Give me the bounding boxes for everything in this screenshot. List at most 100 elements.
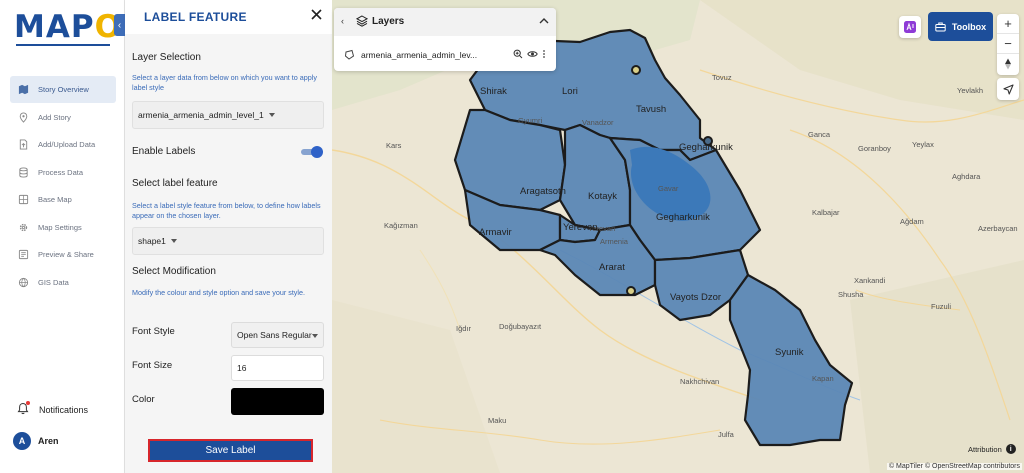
panel-header: LABEL FEATURE <box>125 0 332 34</box>
nav-label: Map Settings <box>38 222 82 232</box>
place-label: Iğdır <box>456 324 472 333</box>
layer-item-tools <box>513 49 546 61</box>
attribution-button[interactable]: Attribution i <box>968 444 1016 454</box>
zoom-in-button[interactable]: + <box>997 14 1019 34</box>
nav-add-upload-data[interactable]: Add/Upload Data <box>10 131 116 158</box>
ai-sparkle-icon <box>904 21 916 33</box>
notifications-button[interactable]: Notifications <box>17 401 89 417</box>
place-label: Ganca <box>808 130 831 139</box>
enable-labels-toggle[interactable] <box>301 146 323 158</box>
notifications-label: Notifications <box>39 404 89 415</box>
user-name: Aren <box>38 436 59 446</box>
panel-body: Layer Selection Select a layer data from… <box>125 34 332 473</box>
region-label: Ararat <box>599 262 625 273</box>
color-picker[interactable] <box>231 388 324 415</box>
label-feature-panel: LABEL FEATURE Layer Selection Select a l… <box>125 0 332 473</box>
nav-gis-data[interactable]: GIS Data <box>10 269 116 296</box>
place-label: Maku <box>488 416 507 425</box>
place-label: Gyumri <box>518 116 543 125</box>
place-label: Aghdara <box>952 172 981 181</box>
font-size-label: Font Size <box>132 360 173 371</box>
gis-data-icon <box>17 276 29 288</box>
place-label: Ağdam <box>900 217 924 226</box>
nav-list: Story Overview Add Story Add/Upload Data… <box>10 76 116 296</box>
region-label: Tavush <box>636 104 667 115</box>
place-label: Nakhchivan <box>680 377 720 386</box>
navigation-arrow-icon <box>1002 83 1014 95</box>
preview-icon <box>17 249 29 261</box>
locate-me-button[interactable] <box>997 78 1019 100</box>
toolbox-button[interactable]: Toolbox <box>928 12 993 41</box>
region-label: Lori <box>562 86 578 97</box>
chevron-down-icon <box>312 334 318 338</box>
region-label: Gegharkunik <box>679 142 733 153</box>
chevron-up-icon[interactable] <box>538 15 550 29</box>
nav-label: Add Story <box>38 112 71 122</box>
polygon-layer-icon <box>344 49 355 62</box>
label-feature-value: shape1 <box>138 236 166 246</box>
more-options-icon[interactable] <box>542 49 546 61</box>
place-label: Fuzuli <box>931 302 952 311</box>
font-style-dropdown[interactable]: Open Sans Regular <box>231 322 324 348</box>
zoom-out-button[interactable]: − <box>997 34 1019 54</box>
toolbox-icon <box>935 22 946 31</box>
nav-label: Base Map <box>38 195 72 204</box>
nav-label: GIS Data <box>38 277 69 287</box>
region-label: Syunik <box>775 347 804 358</box>
map-copyright: © MapTiler © OpenStreetMap contributors <box>886 463 1022 470</box>
place-label: Doğubayazıt <box>499 322 542 331</box>
nav-label: Preview & Share <box>38 250 94 259</box>
nav-story-overview[interactable]: Story Overview <box>10 76 116 103</box>
back-chevron-icon[interactable]: ‹ <box>341 16 344 26</box>
notification-dot <box>26 401 30 405</box>
place-label: Xankandi <box>854 276 886 285</box>
panel-title: LABEL FEATURE <box>144 10 247 24</box>
layer-item-name: armenia_armenia_admin_lev... <box>361 50 478 60</box>
place-label: Azerbaycan <box>978 224 1018 233</box>
info-icon: i <box>1005 444 1016 454</box>
place-label: Gavar <box>658 184 679 193</box>
color-label: Color <box>132 394 155 405</box>
place-label: Armenia <box>600 237 628 246</box>
toggle-knob <box>311 146 323 158</box>
region-label: Armavir <box>479 227 512 238</box>
minus-icon: − <box>1004 36 1012 51</box>
place-label: Julfa <box>718 430 734 439</box>
nav-label: Add/Upload Data <box>38 140 96 149</box>
region-label: Gegharkunik <box>656 212 710 223</box>
collapse-sidebar-button[interactable]: ‹ <box>114 14 125 36</box>
place-label: Yeylax <box>912 140 934 149</box>
nav-label: Process Data <box>38 167 84 177</box>
label-feature-title: Select label feature <box>132 178 218 189</box>
eye-icon[interactable] <box>527 49 538 61</box>
toolbox-label: Toolbox <box>951 21 987 32</box>
layer-select-dropdown[interactable]: armenia_armenia_admin_level_1 <box>132 101 324 129</box>
place-label: Kapan <box>812 374 834 383</box>
enable-labels-label: Enable Labels <box>132 146 196 157</box>
layer-item[interactable]: armenia_armenia_admin_lev... <box>344 48 548 62</box>
nav-add-story[interactable]: Add Story <box>10 104 116 131</box>
close-icon <box>310 8 322 20</box>
ai-assistant-button[interactable] <box>899 16 921 38</box>
save-label-button[interactable]: Save Label <box>148 439 313 462</box>
plus-icon: + <box>1004 16 1012 31</box>
font-size-input[interactable]: 16 <box>231 355 324 381</box>
nav-map-settings[interactable]: Map Settings <box>10 214 116 241</box>
location-pin-icon <box>17 111 29 123</box>
label-feature-desc: Select a label style feature from below,… <box>132 201 321 220</box>
zoom-to-layer-icon[interactable] <box>513 49 523 61</box>
place-label: Kars <box>386 141 402 150</box>
layer-selection-desc: Select a layer data from below on which … <box>132 73 317 92</box>
region-label: Shirak <box>480 86 507 97</box>
compass-button[interactable] <box>997 54 1019 74</box>
close-panel-button[interactable] <box>308 6 324 22</box>
place-label: Goranboy <box>858 144 891 153</box>
layer-select-value: armenia_armenia_admin_level_1 <box>138 110 264 120</box>
nav-process-data[interactable]: Process Data <box>10 159 116 186</box>
nav-preview-share[interactable]: Preview & Share <box>10 241 116 268</box>
label-feature-dropdown[interactable]: shape1 <box>132 227 324 255</box>
zoom-controls: + − <box>997 14 1019 75</box>
nav-label: Story Overview <box>38 85 89 94</box>
user-profile[interactable]: A Aren <box>13 432 59 450</box>
nav-base-map[interactable]: Base Map <box>10 186 116 213</box>
